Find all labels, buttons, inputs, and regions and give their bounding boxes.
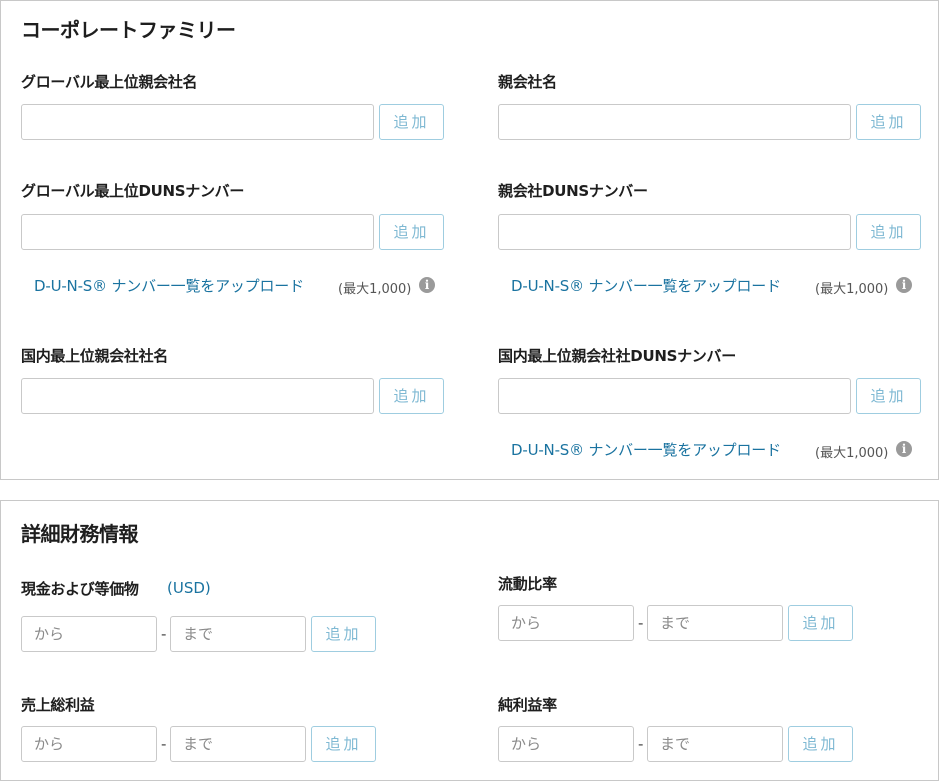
domestic-parent-name-input[interactable] (21, 378, 374, 414)
section-title-corporate-family: コーポレートファミリー (21, 18, 236, 42)
cash-range-separator: - (161, 625, 167, 643)
cash-to-input[interactable]: まで (170, 616, 306, 652)
parent-name-input[interactable] (498, 104, 851, 140)
parent-duns-add-button[interactable]: 追加 (856, 214, 921, 250)
global-parent-duns-upload-link[interactable]: D-U-N-S® ナンバー一覧をアップロード (34, 275, 304, 296)
info-icon[interactable]: i (896, 277, 912, 293)
gross-profit-add-button[interactable]: 追加 (311, 726, 376, 762)
global-parent-duns-add-button[interactable]: 追加 (379, 214, 444, 250)
parent-duns-input[interactable] (498, 214, 851, 250)
domestic-parent-duns-input[interactable] (498, 378, 851, 414)
current-ratio-add-button[interactable]: 追加 (788, 605, 853, 641)
corporate-family-panel: コーポレートファミリー グローバル最上位親会社名 追加 親会社名 追加 グローバ… (0, 0, 939, 480)
current-ratio-label: 流動比率 (498, 575, 557, 593)
parent-duns-max-text: (最大1,000) (815, 282, 889, 297)
info-icon[interactable]: i (419, 277, 435, 293)
global-parent-duns-max-text: (最大1,000) (338, 282, 412, 297)
gross-profit-from-input[interactable]: から (21, 726, 157, 762)
cash-label: 現金および等価物 (21, 580, 139, 598)
cash-from-input[interactable]: から (21, 616, 157, 652)
net-margin-range-separator: - (638, 735, 644, 753)
gross-profit-to-input[interactable]: まで (170, 726, 306, 762)
info-icon[interactable]: i (896, 441, 912, 457)
global-parent-duns-label: グローバル最上位DUNSナンバー (21, 182, 245, 200)
cash-unit: (USD) (167, 579, 211, 597)
current-ratio-range-separator: - (638, 614, 644, 632)
parent-duns-label: 親会社DUNSナンバー (498, 182, 648, 200)
domestic-parent-duns-add-button[interactable]: 追加 (856, 378, 921, 414)
net-margin-to-input[interactable]: まで (647, 726, 783, 762)
domestic-parent-duns-label: 国内最上位親会社社DUNSナンバー (498, 347, 736, 365)
global-parent-name-add-button[interactable]: 追加 (379, 104, 444, 140)
domestic-parent-duns-upload-link[interactable]: D-U-N-S® ナンバー一覧をアップロード (511, 439, 781, 460)
global-parent-name-label: グローバル最上位親会社名 (21, 73, 198, 91)
parent-name-label: 親会社名 (498, 73, 557, 91)
domestic-parent-duns-max-text: (最大1,000) (815, 446, 889, 461)
parent-name-add-button[interactable]: 追加 (856, 104, 921, 140)
financials-panel: 詳細財務情報 現金および等価物 (USD) から - まで 追加 流動比率 から… (0, 500, 939, 781)
cash-add-button[interactable]: 追加 (311, 616, 376, 652)
parent-duns-upload-link[interactable]: D-U-N-S® ナンバー一覧をアップロード (511, 275, 781, 296)
global-parent-duns-input[interactable] (21, 214, 374, 250)
net-margin-add-button[interactable]: 追加 (788, 726, 853, 762)
gross-profit-range-separator: - (161, 735, 167, 753)
domestic-parent-name-label: 国内最上位親会社社名 (21, 347, 169, 365)
current-ratio-from-input[interactable]: から (498, 605, 634, 641)
net-margin-from-input[interactable]: から (498, 726, 634, 762)
domestic-parent-name-add-button[interactable]: 追加 (379, 378, 444, 414)
gross-profit-label: 売上総利益 (21, 696, 95, 714)
current-ratio-to-input[interactable]: まで (647, 605, 783, 641)
net-margin-label: 純利益率 (498, 696, 557, 714)
section-title-financials: 詳細財務情報 (21, 522, 139, 546)
global-parent-name-input[interactable] (21, 104, 374, 140)
